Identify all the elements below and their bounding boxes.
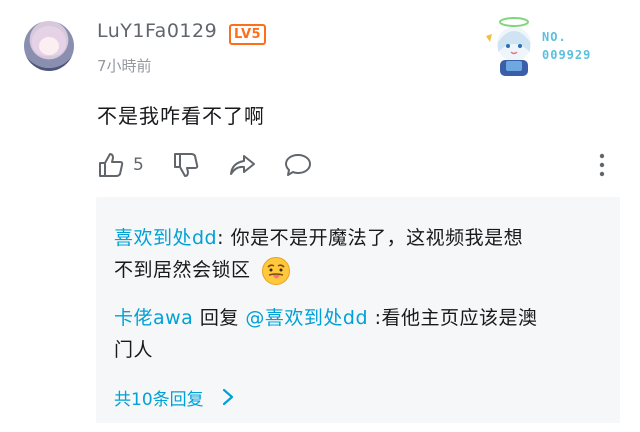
level-badge: LV5: [229, 24, 267, 45]
reply-text-line1: 你是不是开魔法了，这视频我是想: [230, 227, 524, 249]
like-icon[interactable]: [97, 151, 125, 179]
reply-author[interactable]: 喜欢到处dd: [114, 227, 217, 249]
reply-item[interactable]: 卡佬awa 回复 @喜欢到处dd :看他主页应该是澳 门人: [114, 302, 604, 366]
tongue-face-emoji-icon: [262, 256, 291, 285]
fan-badge-label: NO.: [542, 30, 567, 44]
reply-word: 回复: [193, 307, 246, 329]
comment-time: 7小時前: [97, 57, 152, 75]
fan-badge-character-icon: [486, 17, 531, 76]
more-vertical-icon[interactable]: [596, 152, 608, 178]
dislike-icon[interactable]: [172, 151, 200, 179]
fan-badge-number: 009929: [542, 48, 592, 62]
reply-icon[interactable]: [284, 151, 312, 179]
user-avatar[interactable]: [24, 21, 74, 71]
comment-username[interactable]: LuY1Fa0129: [97, 20, 217, 42]
view-more-replies-link[interactable]: 共10条回复: [114, 385, 204, 410]
reply-separator: :: [217, 227, 231, 249]
reply-mention[interactable]: @喜欢到处dd: [245, 307, 368, 329]
reply-text-line2: 不到居然会锁区: [114, 259, 251, 281]
reply-text-line2: 门人: [114, 339, 154, 361]
comment-text: 不是我咋看不了啊: [97, 104, 265, 128]
reply-item[interactable]: 喜欢到处dd: 你是不是开魔法了，这视频我是想 不到居然会锁区: [114, 222, 604, 286]
reply-author[interactable]: 卡佬awa: [114, 307, 193, 329]
avatar-face: [39, 37, 59, 55]
chevron-right-icon[interactable]: [221, 387, 235, 407]
like-count: 5: [133, 155, 144, 175]
reply-text-line1: :看他主页应该是澳: [368, 307, 538, 329]
share-icon[interactable]: [228, 151, 256, 179]
